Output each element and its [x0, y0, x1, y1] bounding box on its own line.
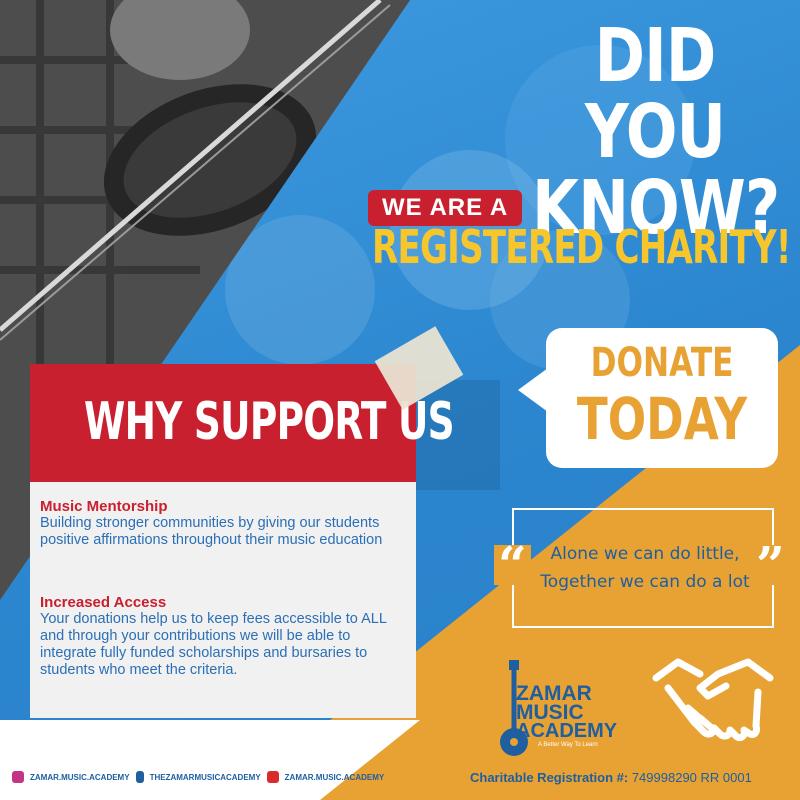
instagram-handle[interactable]: ZAMAR.MUSIC.ACADEMY [30, 773, 130, 782]
section-text-mentorship: Building stronger communities by giving … [40, 515, 383, 548]
registered-charity-text: REGISTERED CHARITY! [372, 220, 791, 274]
youtube-icon[interactable] [266, 771, 279, 783]
instagram-icon[interactable] [12, 771, 24, 783]
why-support-title: WHY SUPPORT US [84, 392, 455, 452]
footer-social: ZAMAR.MUSIC.ACADEMY THEZAMARMUSICACADEMY… [12, 771, 384, 783]
registration-label: Charitable Registration #: [470, 770, 629, 785]
quote-text: Alone we can do little, Together we can … [520, 540, 770, 596]
section-title-mentorship: Music Mentorship [40, 498, 168, 515]
logo-line-3: ACADEMY [516, 720, 618, 742]
youtube-handle[interactable]: ZAMAR.MUSIC.ACADEMY [285, 773, 385, 782]
facebook-handle[interactable]: THEZAMARMUSICACADEMY [150, 773, 261, 782]
donate-bubble-pointer [518, 368, 548, 412]
quote-line-2: Together we can do a lot [540, 572, 750, 592]
handshake-icon [652, 658, 774, 742]
quote-line-1: Alone we can do little, [550, 544, 740, 564]
headline: DID YOU KNOW? [532, 13, 780, 246]
facebook-icon[interactable] [135, 771, 144, 783]
registration-number: 749998290 RR 0001 [631, 770, 752, 785]
headline-line-1: DID YOU [584, 13, 726, 175]
section-text-access: Your donations help us to keep fees acce… [40, 611, 387, 678]
section-title-access: Increased Access [40, 594, 167, 611]
donate-text[interactable]: DONATE [572, 340, 753, 386]
logo-tagline: A Better Way To Learn [538, 742, 598, 748]
charitable-registration: Charitable Registration #: 749998290 RR … [470, 770, 752, 785]
today-text[interactable]: TODAY [572, 385, 753, 453]
charity-poster: DID YOU KNOW? WE ARE A REGISTERED CHARIT… [0, 0, 800, 800]
zamar-logo: ZAMAR MUSIC ACADEMY A Better Way To Lear… [494, 660, 644, 760]
